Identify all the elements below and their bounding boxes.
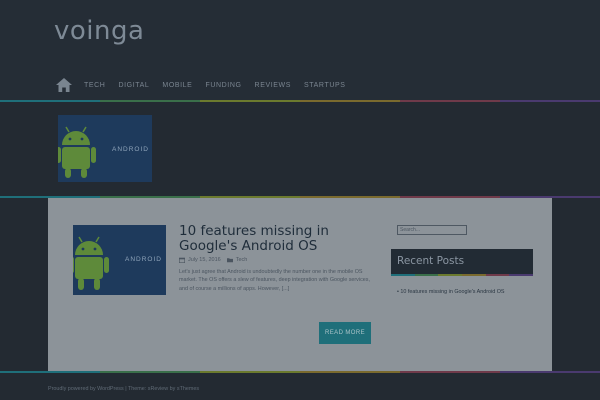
site-header: voinga TECH DIGITAL MOBILE FUNDING REVIE… xyxy=(0,0,600,100)
nav-item-digital[interactable]: DIGITAL xyxy=(118,82,149,89)
search-input[interactable] xyxy=(397,225,467,235)
main-navigation: TECH DIGITAL MOBILE FUNDING REVIEWS STAR… xyxy=(56,76,359,94)
stripe-segment xyxy=(485,274,510,276)
theme-label: Theme: xyxy=(128,386,147,392)
nav-item-tech[interactable]: TECH xyxy=(84,82,105,89)
theme-link[interactable]: sReview xyxy=(148,386,168,392)
nav-item-startups[interactable]: STARTUPS xyxy=(304,82,346,89)
stripe-segment xyxy=(438,274,463,276)
post-meta: July 15, 2016 Tech xyxy=(179,257,247,263)
by-label: by xyxy=(169,386,176,392)
stripe-segment xyxy=(509,274,534,276)
footer-credits: Proudly powered by WordPress | Theme: sR… xyxy=(48,386,199,392)
stripe-segment xyxy=(391,274,415,276)
post-excerpt: Let's just agree that Android is undoubt… xyxy=(179,269,370,292)
calendar-icon xyxy=(179,257,185,263)
stripe-segment xyxy=(300,371,400,373)
featured-image[interactable]: ANDROID xyxy=(58,115,152,182)
post-date: July 15, 2016 xyxy=(188,257,221,263)
footer-separator: | xyxy=(125,386,127,392)
author-link[interactable]: sThemes xyxy=(177,386,199,392)
post-thumbnail[interactable]: ANDROID xyxy=(73,225,166,295)
nav-item-funding[interactable]: FUNDING xyxy=(205,82,241,89)
post-title[interactable]: 10 features missing in Google's Android … xyxy=(179,224,369,254)
wordpress-link[interactable]: Proudly powered by WordPress xyxy=(48,386,124,392)
home-icon[interactable] xyxy=(56,78,72,92)
stripe-segment xyxy=(200,371,300,373)
recent-posts-widget: Recent Posts xyxy=(391,249,533,274)
stripe-segment xyxy=(0,371,100,373)
read-more-button[interactable]: READ MORE xyxy=(319,322,371,344)
recent-post-item[interactable]: • 10 features missing in Google's Androi… xyxy=(397,289,505,295)
site-title[interactable]: voinga xyxy=(54,16,144,46)
widget-color-stripe xyxy=(391,274,534,276)
post-category[interactable]: Tech xyxy=(236,257,248,263)
post-thumbnail-text: ANDROID xyxy=(125,256,162,263)
stripe-segment xyxy=(414,274,439,276)
nav-item-reviews[interactable]: REVIEWS xyxy=(255,82,291,89)
color-stripe xyxy=(0,371,600,373)
stripe-segment xyxy=(500,371,600,373)
featured-image-text: ANDROID xyxy=(112,146,149,153)
widget-title: Recent Posts xyxy=(397,255,465,267)
nav-item-mobile[interactable]: MOBILE xyxy=(162,82,192,89)
stripe-segment xyxy=(100,371,200,373)
stripe-segment xyxy=(400,371,500,373)
folder-icon xyxy=(226,258,233,263)
stripe-segment xyxy=(462,274,486,276)
recent-post-link[interactable]: 10 features missing in Google's Android … xyxy=(400,289,504,295)
